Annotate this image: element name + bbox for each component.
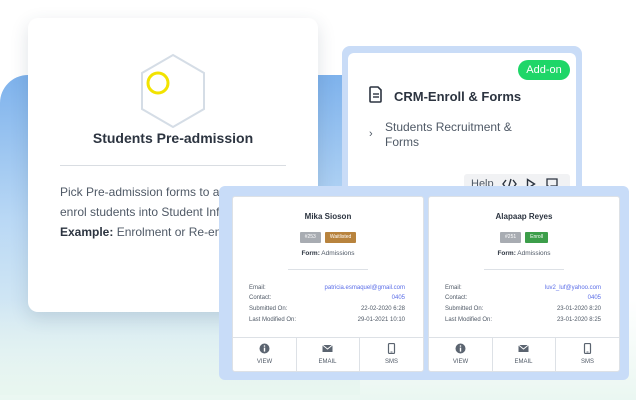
form-label: Form: xyxy=(497,250,516,257)
crm-title: CRM-Enroll & Forms xyxy=(394,89,522,104)
contact-row: Contact: 0405 xyxy=(249,295,405,305)
student-name: Alapaap Reyes xyxy=(495,212,553,221)
email-label: EMAIL xyxy=(318,359,337,365)
badge-group: #253 Waitlisted xyxy=(233,232,423,243)
email-row: Email: patricia.esmaquel@gmail.com xyxy=(249,285,405,295)
form-value: Admissions xyxy=(319,250,355,257)
form-value: Admissions xyxy=(515,250,551,257)
info-icon xyxy=(455,343,466,354)
field-value: 23-01-2020 8:25 xyxy=(556,317,601,323)
status-badge: Waitlisted xyxy=(324,232,357,243)
chevron-right-icon: › xyxy=(369,128,373,140)
action-bar: VIEW EMAIL SMS xyxy=(233,337,423,372)
envelope-icon xyxy=(322,344,333,352)
form-line: Form: Admissions xyxy=(429,250,619,257)
field-label: Last Modified On: xyxy=(445,317,493,323)
student-name: Mika Sioson xyxy=(304,212,352,221)
document-icon xyxy=(369,86,382,103)
form-label: Form: xyxy=(301,250,320,257)
sms-button[interactable]: SMS xyxy=(556,338,619,372)
field-label: Email: xyxy=(445,285,462,291)
mobile-phone-icon xyxy=(387,343,396,354)
view-label: VIEW xyxy=(256,359,273,365)
sms-label: SMS xyxy=(384,359,398,365)
email-row: Email: luv2_luf@yahoo.com xyxy=(445,285,601,295)
divider xyxy=(484,269,564,270)
field-label: Contact: xyxy=(249,295,272,301)
email-link[interactable]: luv2_luf@yahoo.com xyxy=(545,285,601,291)
envelope-icon xyxy=(518,344,529,352)
email-button[interactable]: EMAIL xyxy=(492,338,556,372)
field-label: Submitted On: xyxy=(249,306,288,312)
sms-button[interactable]: SMS xyxy=(360,338,423,372)
contact-link[interactable]: 0405 xyxy=(588,295,601,301)
field-value: 23-01-2020 8:20 xyxy=(556,306,601,312)
submission-card[interactable]: Mika Sioson #253 Waitlisted Form: Admissi… xyxy=(232,196,424,372)
status-badge: Enroll xyxy=(525,232,548,243)
submission-card[interactable]: Alapaap Reyes #251 Enroll Form: Admission… xyxy=(428,196,620,372)
hexagon-icon xyxy=(141,53,205,128)
preadmission-title: Students Pre-admission xyxy=(92,130,254,146)
sms-label: SMS xyxy=(580,359,594,365)
modified-row: Last Modified On: 23-01-2020 8:25 xyxy=(445,317,601,327)
field-label: Submitted On: xyxy=(445,306,484,312)
id-badge: #251 xyxy=(500,232,522,243)
modified-row: Last Modified On: 29-01-2021 10:10 xyxy=(249,317,405,327)
contact-link[interactable]: 0405 xyxy=(392,295,405,301)
field-label: Email: xyxy=(249,285,266,291)
field-value: 22-02-2020 6:28 xyxy=(360,306,405,312)
contact-row: Contact: 0405 xyxy=(445,295,601,305)
id-badge: #253 xyxy=(299,232,321,243)
field-label: Last Modified On: xyxy=(249,317,297,323)
addon-badge: Add-on xyxy=(518,60,570,80)
email-link[interactable]: patricia.esmaquel@gmail.com xyxy=(325,285,405,291)
divider xyxy=(288,269,368,270)
view-button[interactable]: VIEW xyxy=(233,338,297,372)
field-label: Contact: xyxy=(445,295,468,301)
email-button[interactable]: EMAIL xyxy=(296,338,360,372)
email-label: EMAIL xyxy=(514,359,533,365)
submitted-row: Submitted On: 22-02-2020 6:28 xyxy=(249,306,405,316)
mobile-phone-icon xyxy=(583,343,592,354)
submitted-row: Submitted On: 23-01-2020 8:20 xyxy=(445,306,601,316)
divider xyxy=(60,165,286,166)
info-icon xyxy=(259,343,270,354)
view-label: VIEW xyxy=(452,359,469,365)
view-button[interactable]: VIEW xyxy=(429,338,493,372)
field-value: 29-01-2021 10:10 xyxy=(357,317,405,323)
action-bar: VIEW EMAIL SMS xyxy=(429,337,619,372)
badge-group: #251 Enroll xyxy=(429,232,619,243)
crm-item-students-recruitment[interactable]: Students Recruitment & Forms xyxy=(385,120,545,150)
form-line: Form: Admissions xyxy=(233,250,423,257)
example-label: Example: xyxy=(60,225,114,239)
